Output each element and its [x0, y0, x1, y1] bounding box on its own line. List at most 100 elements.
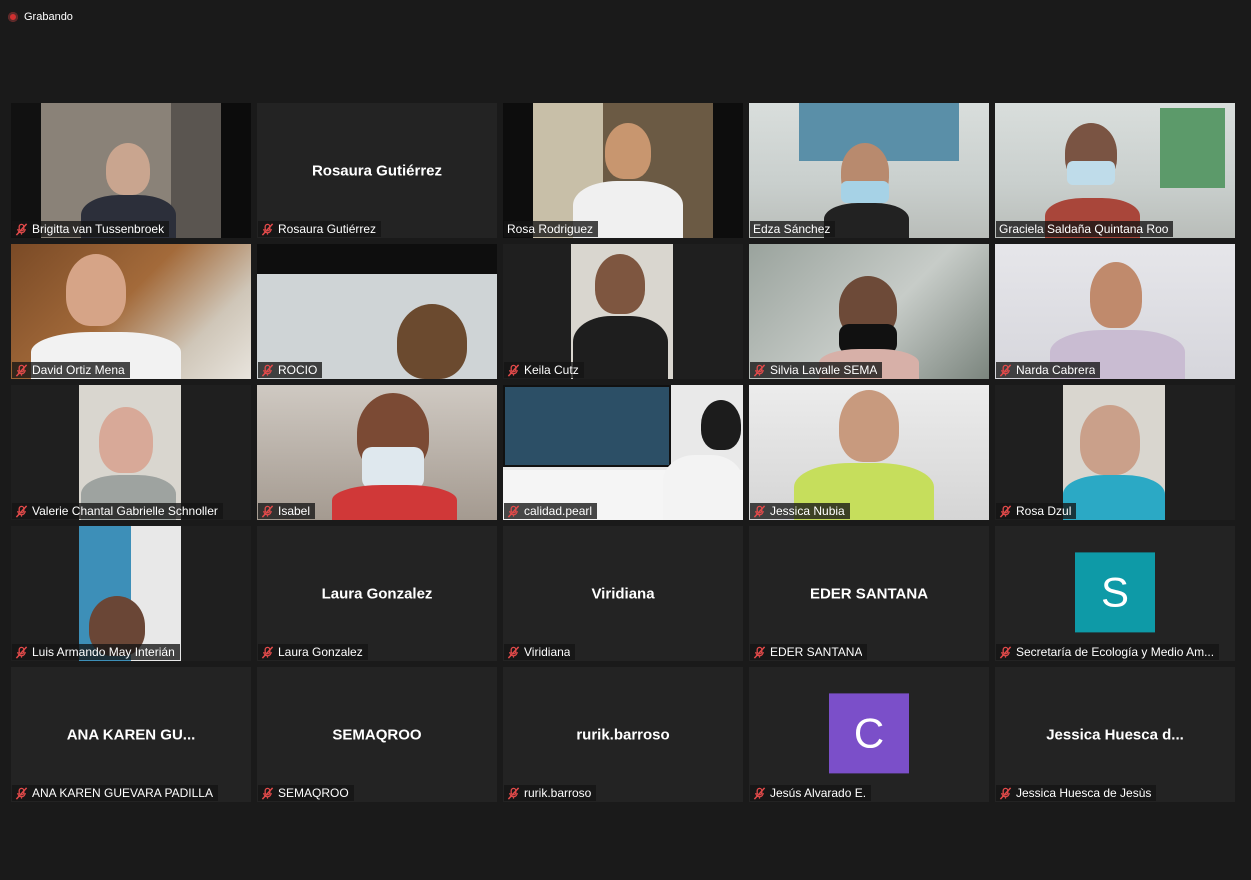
- participant-tile[interactable]: calidad.pearl: [503, 385, 743, 520]
- participant-name-label: Laura Gonzalez: [258, 644, 368, 660]
- participant-video: [503, 103, 743, 238]
- participant-name-label: Keila Cutz: [504, 362, 584, 378]
- participant-video: [995, 385, 1235, 520]
- participant-video: [11, 103, 251, 238]
- mic-muted-icon: [753, 646, 766, 659]
- participant-tile[interactable]: Brigitta van Tussenbroek: [11, 103, 251, 238]
- mic-muted-icon: [261, 364, 274, 377]
- participant-tile[interactable]: David Ortiz Mena: [11, 244, 251, 379]
- mic-muted-icon: [999, 364, 1012, 377]
- participant-name-label: Edza Sánchez: [750, 221, 836, 237]
- recording-label: Grabando: [24, 11, 73, 23]
- participant-display-name: Laura Gonzalez: [321, 585, 433, 602]
- participant-name-label: ANA KAREN GUEVARA PADILLA: [12, 785, 218, 801]
- participant-tile[interactable]: Valerie Chantal Gabrielle Schnoller: [11, 385, 251, 520]
- mic-muted-icon: [507, 646, 520, 659]
- participant-video: [995, 103, 1235, 238]
- participant-video: [749, 244, 989, 379]
- participant-name-label: Luis Armando May Interián: [12, 644, 180, 660]
- mic-muted-icon: [261, 787, 274, 800]
- participant-name-label: Rosa Dzul: [996, 503, 1077, 519]
- participant-tile[interactable]: rurik.barroso rurik.barroso: [503, 667, 743, 802]
- participant-avatar: S: [1075, 551, 1155, 632]
- participant-video: [995, 244, 1235, 379]
- participant-name-label: Jesús Alvarado E.: [750, 785, 872, 801]
- participant-display-name: EDER SANTANA: [809, 585, 929, 602]
- participant-tile[interactable]: S Secretaría de Ecología y Medio Am...: [995, 526, 1235, 661]
- participant-video: [11, 385, 251, 520]
- participant-tile[interactable]: Silvia Lavalle SEMA: [749, 244, 989, 379]
- participant-tile[interactable]: SEMAQROO SEMAQROO: [257, 667, 497, 802]
- participant-name-label: calidad.pearl: [504, 503, 598, 519]
- mic-muted-icon: [507, 787, 520, 800]
- participant-name-label: rurik.barroso: [504, 785, 597, 801]
- participant-tile[interactable]: Rosaura Gutiérrez Rosaura Gutiérrez: [257, 103, 497, 238]
- participant-video: [503, 385, 743, 520]
- participant-name-label: Jessica Nubia: [750, 503, 850, 519]
- participant-tile[interactable]: Laura Gonzalez Laura Gonzalez: [257, 526, 497, 661]
- participant-name-label: Viridiana: [504, 644, 576, 660]
- participant-avatar: C: [829, 692, 909, 773]
- mic-muted-icon: [15, 223, 28, 236]
- mic-muted-icon: [753, 364, 766, 377]
- participant-video: [257, 244, 497, 379]
- participant-name-label: Silvia Lavalle SEMA: [750, 362, 883, 378]
- participant-display-name: Rosaura Gutiérrez: [311, 162, 443, 179]
- participant-tile[interactable]: ROCIO: [257, 244, 497, 379]
- participant-display-name: rurik.barroso: [576, 726, 670, 743]
- mic-muted-icon: [753, 505, 766, 518]
- mic-muted-icon: [999, 505, 1012, 518]
- participant-name-label: Rosaura Gutiérrez: [258, 221, 382, 237]
- mic-muted-icon: [507, 364, 520, 377]
- participant-name-label: Brigitta van Tussenbroek: [12, 221, 170, 237]
- participant-name-label: ROCIO: [258, 362, 323, 378]
- participant-tile[interactable]: C Jesús Alvarado E.: [749, 667, 989, 802]
- participant-video: [749, 385, 989, 520]
- participant-name-label: EDER SANTANA: [750, 644, 868, 660]
- participant-tile[interactable]: Rosa Rodriguez: [503, 103, 743, 238]
- participant-video: [749, 103, 989, 238]
- participant-name-label: David Ortiz Mena: [12, 362, 130, 378]
- participant-name-label: Rosa Rodriguez: [504, 221, 599, 237]
- participant-name-label: SEMAQROO: [258, 785, 354, 801]
- participant-display-name: Viridiana: [591, 585, 655, 602]
- mic-muted-icon: [261, 646, 274, 659]
- participant-video: [257, 385, 497, 520]
- mic-muted-icon: [15, 646, 28, 659]
- participant-display-name: Jessica Huesca d...: [1046, 726, 1184, 743]
- participant-name-label: Jessica Huesca de Jesùs: [996, 785, 1157, 801]
- participant-name-label: Isabel: [258, 503, 316, 519]
- participant-tile[interactable]: ANA KAREN GU... ANA KAREN GUEVARA PADILL…: [11, 667, 251, 802]
- mic-muted-icon: [999, 787, 1012, 800]
- mic-muted-icon: [507, 505, 520, 518]
- participant-tile[interactable]: Rosa Dzul: [995, 385, 1235, 520]
- recording-dot-icon: [8, 12, 18, 22]
- participant-tile-active-speaker[interactable]: Graciela Saldaña Quintana Roo: [995, 103, 1235, 238]
- mic-muted-icon: [15, 787, 28, 800]
- mic-muted-icon: [999, 646, 1012, 659]
- participant-tile[interactable]: Jessica Huesca d... Jessica Huesca de Je…: [995, 667, 1235, 802]
- participant-tile[interactable]: EDER SANTANA EDER SANTANA: [749, 526, 989, 661]
- participant-name-label: Narda Cabrera: [996, 362, 1101, 378]
- participant-video: [11, 526, 251, 661]
- mic-muted-icon: [15, 364, 28, 377]
- participant-tile[interactable]: Keila Cutz: [503, 244, 743, 379]
- participant-tile[interactable]: Isabel: [257, 385, 497, 520]
- mic-muted-icon: [753, 787, 766, 800]
- mic-muted-icon: [15, 505, 28, 518]
- participant-name-label: Valerie Chantal Gabrielle Schnoller: [12, 503, 223, 519]
- participant-name-label: Secretaría de Ecología y Medio Am...: [996, 644, 1220, 660]
- participant-tile[interactable]: Viridiana Viridiana: [503, 526, 743, 661]
- participant-tile[interactable]: Narda Cabrera: [995, 244, 1235, 379]
- participant-display-name: SEMAQROO: [332, 726, 422, 743]
- participant-tile[interactable]: Luis Armando May Interián: [11, 526, 251, 661]
- participant-grid: Brigitta van Tussenbroek Rosaura Gutiérr…: [11, 103, 1235, 802]
- participant-name-label: Graciela Saldaña Quintana Roo: [996, 221, 1174, 237]
- participant-video: [503, 244, 743, 379]
- participant-video: [11, 244, 251, 379]
- participant-tile[interactable]: Edza Sánchez: [749, 103, 989, 238]
- mic-muted-icon: [261, 223, 274, 236]
- participant-tile[interactable]: Jessica Nubia: [749, 385, 989, 520]
- participant-display-name: ANA KAREN GU...: [66, 726, 196, 743]
- mic-muted-icon: [261, 505, 274, 518]
